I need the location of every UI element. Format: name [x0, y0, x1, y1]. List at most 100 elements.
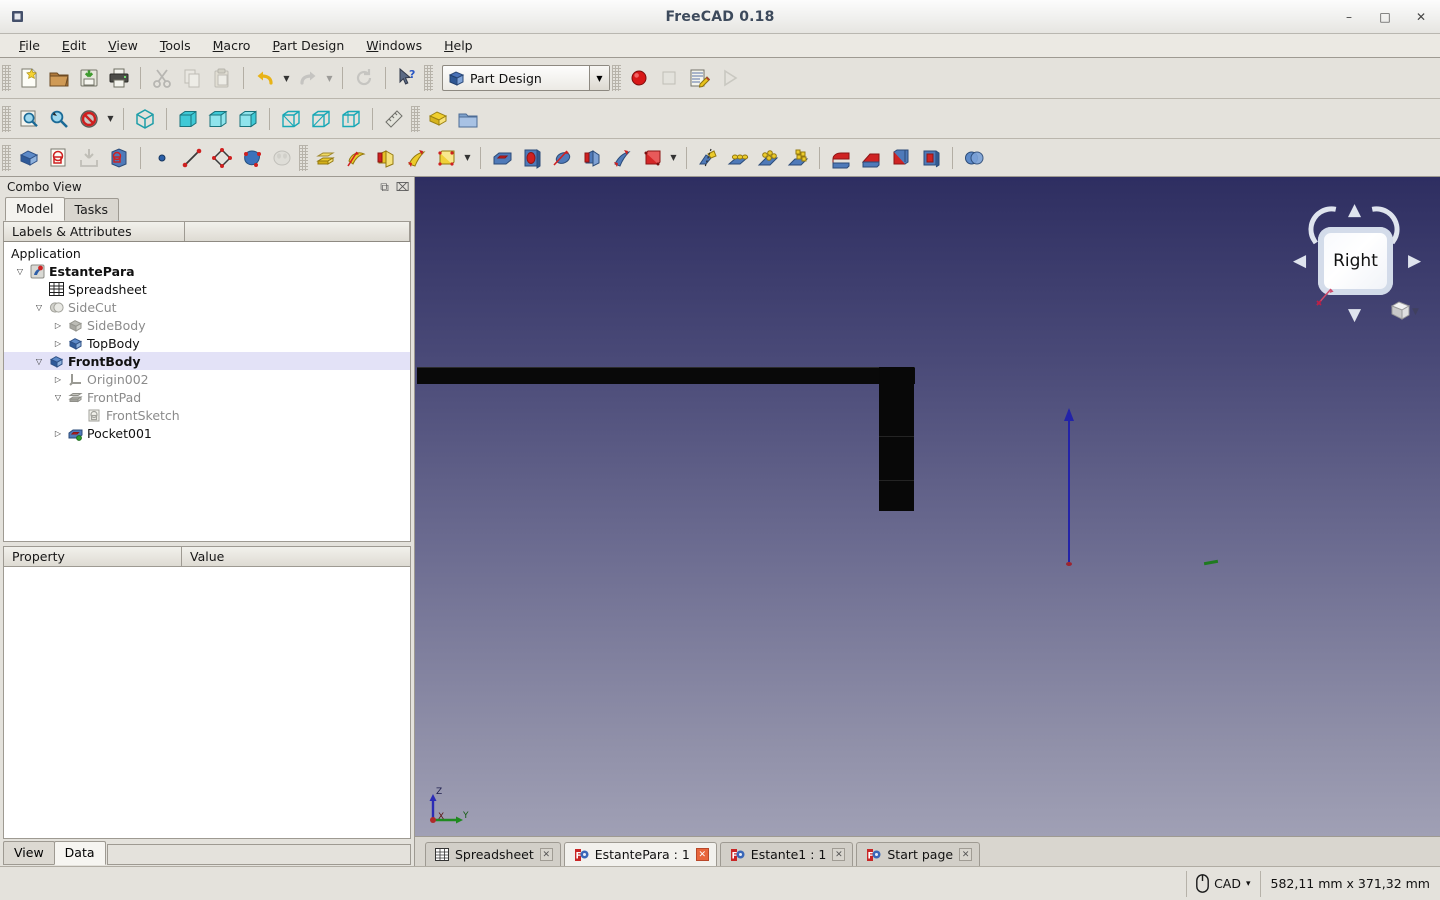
maximize-button[interactable]: □	[1378, 10, 1392, 24]
toolbar-grip[interactable]	[411, 105, 420, 132]
menu-edit[interactable]: Edit	[51, 35, 97, 56]
tree-item-application[interactable]: Application	[4, 244, 410, 262]
tab-tasks[interactable]: Tasks	[63, 198, 120, 221]
tree-item-sidebody[interactable]: ▷ SideBody	[4, 316, 410, 334]
whats-this-icon[interactable]: ?	[392, 63, 422, 93]
toolbar-grip[interactable]	[2, 65, 11, 91]
create-body-icon[interactable]	[14, 143, 44, 173]
shelf-vertical-panel[interactable]	[879, 367, 914, 511]
chevron-down-icon[interactable]: ▽	[50, 393, 66, 402]
new-document-icon[interactable]	[14, 63, 44, 93]
subtractive-loft-icon[interactable]	[577, 143, 607, 173]
chevron-right-icon[interactable]: ▷	[50, 339, 66, 348]
rear-view-icon[interactable]	[276, 104, 306, 134]
close-icon[interactable]: ✕	[832, 848, 846, 861]
chamfer-icon[interactable]	[856, 143, 886, 173]
workbench-dropdown-arrow[interactable]: ▼	[589, 66, 609, 90]
boolean-icon[interactable]	[959, 143, 989, 173]
multi-transform-icon[interactable]	[783, 143, 813, 173]
home-cube-icon[interactable]	[1389, 298, 1413, 322]
additive-pipe-icon[interactable]	[401, 143, 431, 173]
close-button[interactable]: ✕	[1414, 10, 1428, 24]
groove-icon[interactable]	[547, 143, 577, 173]
shape-binder-icon[interactable]	[237, 143, 267, 173]
clone-icon[interactable]	[267, 143, 297, 173]
close-icon[interactable]: ⌧	[396, 180, 410, 194]
nav-arrow-left-icon[interactable]: ◀	[1293, 253, 1306, 270]
toolbar-grip[interactable]	[424, 65, 433, 91]
tree-item-estantepara[interactable]: ▽ EstantePara	[4, 262, 410, 280]
create-sketch-icon[interactable]	[44, 143, 74, 173]
chevron-down-icon[interactable]: ▾	[1246, 879, 1251, 889]
nav-home-dropdown-icon[interactable]: ▼	[1412, 307, 1419, 317]
tree-column-labels-attributes[interactable]: Labels & Attributes	[4, 222, 185, 241]
model-tree[interactable]: Application ▽ EstantePara Spreadsheet ▽ …	[3, 242, 411, 542]
chevron-down-icon[interactable]: ▽	[12, 267, 28, 276]
draft-icon[interactable]	[886, 143, 916, 173]
tree-column-empty[interactable]	[185, 222, 410, 241]
subtractive-pipe-icon[interactable]	[607, 143, 637, 173]
property-rows[interactable]	[3, 567, 411, 839]
workbench-selector[interactable]: Part Design ▼	[442, 65, 610, 91]
edit-sketch-icon[interactable]	[104, 143, 134, 173]
navigation-cube[interactable]: ▲ ▼ ◀ ▶ Right ▼	[1281, 185, 1426, 335]
mdi-tab-spreadsheet[interactable]: Spreadsheet ✕	[425, 842, 561, 866]
axonometric-view-icon[interactable]	[130, 104, 160, 134]
pocket-icon[interactable]	[487, 143, 517, 173]
close-icon[interactable]: ✕	[959, 848, 973, 861]
additive-loft-icon[interactable]	[371, 143, 401, 173]
tab-view[interactable]: View	[3, 841, 55, 865]
attach-sketch-icon[interactable]	[74, 143, 104, 173]
mdi-tab-start-page[interactable]: F Start page ✕	[856, 842, 981, 866]
menu-view[interactable]: View	[97, 35, 149, 56]
right-view-icon[interactable]	[233, 104, 263, 134]
navigation-style-selector[interactable]: CAD ▾	[1186, 870, 1259, 897]
create-group-icon[interactable]	[453, 104, 483, 134]
tree-item-spreadsheet[interactable]: Spreadsheet	[4, 280, 410, 298]
datum-plane-icon[interactable]	[207, 143, 237, 173]
toolbar-grip[interactable]	[2, 105, 11, 132]
create-part-icon[interactable]	[423, 104, 453, 134]
subtractive-dropdown-arrow[interactable]: ▼	[667, 143, 680, 173]
tree-item-pocket001[interactable]: ▷ Pocket001	[4, 424, 410, 442]
tree-item-origin002[interactable]: ▷ Origin002	[4, 370, 410, 388]
close-icon[interactable]: ✕	[539, 848, 553, 861]
front-view-icon[interactable]	[173, 104, 203, 134]
linear-pattern-icon[interactable]	[723, 143, 753, 173]
save-document-icon[interactable]	[74, 63, 104, 93]
tree-item-frontbody[interactable]: ▽ FrontBody	[4, 352, 410, 370]
chevron-right-icon[interactable]: ▷	[50, 375, 66, 384]
minimize-button[interactable]: –	[1342, 10, 1356, 24]
additive-primitive-icon[interactable]	[431, 143, 461, 173]
toolbar-grip[interactable]	[612, 65, 621, 91]
datum-line-icon[interactable]	[177, 143, 207, 173]
menu-tools[interactable]: Tools	[149, 35, 202, 56]
pad-icon[interactable]	[311, 143, 341, 173]
macro-edit-icon[interactable]	[684, 63, 714, 93]
mdi-tab-estantepara[interactable]: F EstantePara : 1 ✕	[563, 842, 717, 866]
fit-all-icon[interactable]	[14, 104, 44, 134]
toolbar-grip[interactable]	[2, 144, 11, 171]
redo-icon[interactable]	[293, 63, 323, 93]
measure-icon[interactable]	[379, 104, 409, 134]
top-view-icon[interactable]	[203, 104, 233, 134]
paste-icon[interactable]	[207, 63, 237, 93]
chevron-right-icon[interactable]: ▷	[50, 429, 66, 438]
menu-windows[interactable]: Windows	[355, 35, 433, 56]
tree-item-frontpad[interactable]: ▽ FrontPad	[4, 388, 410, 406]
nav-arrow-up-icon[interactable]: ▲	[1348, 202, 1361, 219]
macro-stop-icon[interactable]	[654, 63, 684, 93]
menu-part-design[interactable]: Part Design	[261, 35, 355, 56]
redo-dropdown-arrow[interactable]: ▼	[323, 63, 336, 93]
menu-macro[interactable]: Macro	[202, 35, 262, 56]
mirrored-icon[interactable]	[693, 143, 723, 173]
property-column-value[interactable]: Value	[182, 547, 410, 566]
property-column-property[interactable]: Property	[4, 547, 182, 566]
toolbar-grip[interactable]	[299, 144, 308, 171]
refresh-icon[interactable]	[349, 63, 379, 93]
close-icon[interactable]: ✕	[695, 848, 709, 861]
additive-dropdown-arrow[interactable]: ▼	[461, 143, 474, 173]
cut-icon[interactable]	[147, 63, 177, 93]
nav-corner-arrow-icon[interactable]	[1315, 285, 1337, 307]
draw-style-dropdown-arrow[interactable]: ▼	[104, 104, 117, 134]
